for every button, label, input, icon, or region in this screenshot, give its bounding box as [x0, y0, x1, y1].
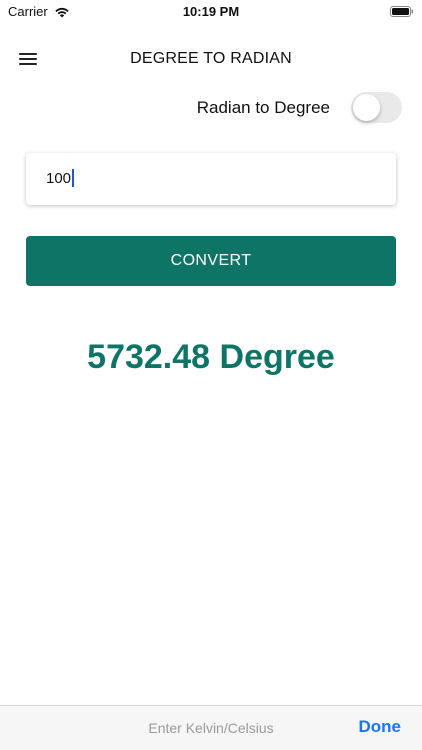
value-input-field[interactable]: 100	[26, 153, 396, 205]
done-button[interactable]: Done	[359, 717, 402, 737]
result-text: 5732.48 Degree	[87, 338, 335, 376]
text-caret	[72, 169, 75, 187]
toggle-label: Radian to Degree	[196, 98, 330, 117]
status-bar: Carrier 10:19 PM	[0, 0, 422, 24]
input-value-text: 100	[46, 169, 72, 187]
convert-button[interactable]: CONVERT	[26, 236, 396, 286]
toggle-knob	[353, 94, 380, 121]
status-time: 10:19 PM	[182, 4, 240, 19]
battery-icon	[390, 6, 414, 17]
radian-to-degree-toggle[interactable]	[351, 92, 402, 123]
app-screen: Carrier 10:19 PM DEGREE TO RADIAN Radian…	[0, 0, 422, 750]
value-input[interactable]: 100	[46, 169, 75, 187]
page-title: DEGREE TO RADIAN	[130, 50, 292, 67]
keyboard-toolbar: Enter Kelvin/Celsius Done	[0, 705, 422, 750]
